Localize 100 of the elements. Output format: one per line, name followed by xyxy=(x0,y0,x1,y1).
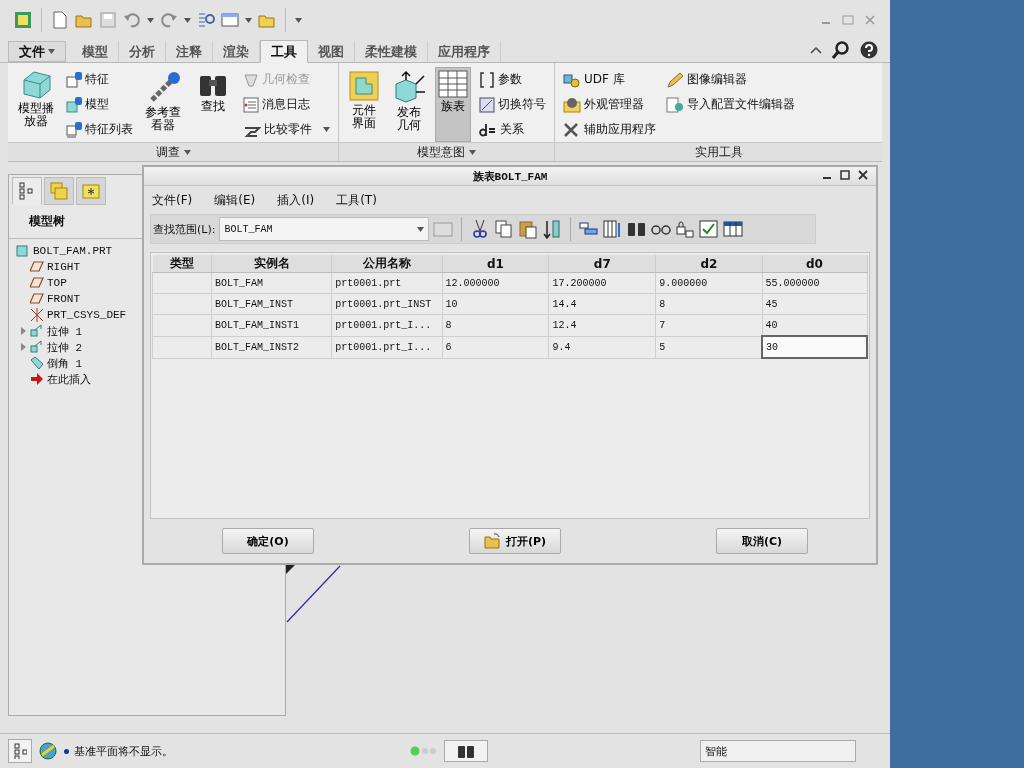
insert-rows-icon[interactable] xyxy=(542,219,563,239)
table-cell[interactable]: 7 xyxy=(655,314,762,336)
table-icon[interactable] xyxy=(723,219,744,239)
paste-icon[interactable] xyxy=(518,219,539,239)
ribbon-button[interactable]: 比较零件 xyxy=(241,119,332,140)
ribbon-button[interactable]: 特征 xyxy=(64,69,135,90)
window-icon[interactable] xyxy=(221,11,239,29)
ribbon-button[interactable]: 元件界面 xyxy=(345,67,383,142)
ribbon-button[interactable]: 模型 xyxy=(64,94,135,115)
panel-tab[interactable] xyxy=(76,177,106,205)
table-cell[interactable]: BOLT_FAM_INST2 xyxy=(211,336,332,358)
menu-item[interactable]: 工具(T) xyxy=(336,191,377,209)
lock-icon[interactable] xyxy=(675,219,696,239)
table-cell[interactable]: 30 xyxy=(762,336,867,358)
ribbon-tab[interactable]: 分析 xyxy=(119,41,166,62)
table-cell[interactable]: 6 xyxy=(442,336,549,358)
table-cell[interactable]: 45 xyxy=(762,293,867,315)
tree-item[interactable]: 倒角 1 xyxy=(47,355,83,371)
ribbon-button[interactable]: 外观管理器 xyxy=(561,94,658,115)
table-cell[interactable]: prt0001.prt_I... xyxy=(331,336,443,358)
ribbon-button[interactable]: 特征列表 xyxy=(64,119,135,140)
close-icon[interactable] xyxy=(858,170,868,180)
empty-cell[interactable] xyxy=(152,336,212,358)
column-header[interactable]: d1 xyxy=(442,255,549,273)
table-cell[interactable]: prt0001.prt_I... xyxy=(331,314,443,336)
table-cell[interactable]: prt0001.prt xyxy=(331,272,443,294)
table-cell[interactable]: 9.4 xyxy=(548,336,656,358)
panel-tab[interactable] xyxy=(12,177,42,205)
redo-icon[interactable] xyxy=(160,11,178,29)
maximize-icon[interactable] xyxy=(840,170,850,180)
ribbon-button[interactable]: 查找 xyxy=(191,67,235,142)
table-cell[interactable]: 17.200000 xyxy=(548,272,656,294)
ribbon-tab[interactable]: 注释 xyxy=(166,41,213,62)
ribbon-button[interactable]: 参考查看器 xyxy=(141,67,185,142)
search-icon[interactable] xyxy=(832,41,850,59)
ribbon-tab[interactable]: 视图 xyxy=(308,41,355,62)
tree-item[interactable]: BOLT_FAM.PRT xyxy=(33,245,113,257)
new-file-icon[interactable] xyxy=(51,11,69,29)
ribbon-button[interactable]: 关系 xyxy=(477,119,548,140)
expand-arrow-icon[interactable] xyxy=(19,327,27,335)
look-in-dropdown[interactable]: BOLT_FAM xyxy=(219,217,430,241)
table-cell[interactable]: 9.000000 xyxy=(655,272,762,294)
tree-item[interactable]: RIGHT xyxy=(47,261,80,273)
table-cell[interactable]: 10 xyxy=(442,293,549,315)
table-cell[interactable]: BOLT_FAM_INST1 xyxy=(211,314,332,336)
regenerate-icon[interactable] xyxy=(197,11,215,29)
table-cell[interactable]: BOLT_FAM xyxy=(211,272,332,294)
table-cell[interactable]: 55.000000 xyxy=(762,272,867,294)
empty-cell[interactable] xyxy=(152,272,212,294)
empty-cell[interactable] xyxy=(152,293,212,315)
ribbon-tab[interactable]: 应用程序 xyxy=(428,41,501,62)
dialog-button[interactable]: 确定(O) xyxy=(222,528,314,554)
table-cell[interactable]: BOLT_FAM_INST xyxy=(211,293,332,315)
help-icon[interactable] xyxy=(860,41,878,59)
file-menu-button[interactable]: 文件 xyxy=(8,41,66,62)
find-button[interactable] xyxy=(444,740,488,762)
app-logo-icon[interactable] xyxy=(14,11,32,29)
dialog-button[interactable]: 打开(P) xyxy=(469,528,561,554)
ribbon-button[interactable]: 模型播放器 xyxy=(14,67,58,142)
table-cell[interactable]: prt0001.prt_INST xyxy=(331,293,443,315)
ribbon-button[interactable]: 图像编辑器 xyxy=(664,69,797,90)
collapse-chevron-icon[interactable] xyxy=(810,45,822,55)
ribbon-button[interactable]: UDF 库 xyxy=(561,69,658,90)
column-header[interactable]: d7 xyxy=(548,255,656,273)
expand-arrow-icon[interactable] xyxy=(19,343,27,351)
dialog-button[interactable]: 取消(C) xyxy=(716,528,808,554)
table-cell[interactable]: 12.000000 xyxy=(442,272,549,294)
tree-item[interactable]: 拉伸 1 xyxy=(47,323,83,339)
ribbon-tab[interactable]: 模型 xyxy=(72,41,119,62)
tree-toggle-button[interactable] xyxy=(8,739,32,763)
filter-field[interactable]: 智能 xyxy=(700,740,856,762)
ribbon-button[interactable]: 发布几何 xyxy=(389,67,429,142)
globe-icon[interactable] xyxy=(38,741,58,761)
tree-item[interactable]: PRT_CSYS_DEF xyxy=(47,309,127,321)
tree-item[interactable]: FRONT xyxy=(47,293,80,305)
table-cell[interactable]: 8 xyxy=(442,314,549,336)
table-cell[interactable]: 8 xyxy=(655,293,762,315)
ribbon-button[interactable]: 族表 xyxy=(435,67,471,142)
table-cell[interactable]: 14.4 xyxy=(548,293,656,315)
ribbon-button[interactable]: 导入配置文件编辑器 xyxy=(664,94,797,115)
ribbon-tab[interactable]: 工具 xyxy=(260,40,308,63)
ribbon-tab[interactable]: 柔性建模 xyxy=(355,41,428,62)
copy-icon[interactable] xyxy=(494,219,515,239)
column-header[interactable]: 公用名称 xyxy=(331,255,443,273)
column-header[interactable]: 实例名 xyxy=(211,255,332,273)
verify-table-icon[interactable] xyxy=(699,219,720,239)
undo-icon[interactable] xyxy=(123,11,141,29)
ribbon-button[interactable]: 切换符号 xyxy=(477,94,548,115)
column-header[interactable]: d2 xyxy=(655,255,762,273)
tree-item[interactable]: 拉伸 2 xyxy=(47,339,83,355)
empty-cell[interactable] xyxy=(152,314,212,336)
column-header[interactable]: 类型 xyxy=(152,255,212,273)
tree-item[interactable]: 在此插入 xyxy=(47,371,91,387)
ribbon-button[interactable]: 辅助应用程序 xyxy=(561,119,658,140)
ribbon-button[interactable]: 参数 xyxy=(477,69,548,90)
ribbon-button[interactable]: 消息日志 xyxy=(241,94,332,115)
table-cell[interactable]: 12.4 xyxy=(548,314,656,336)
column-header[interactable]: d0 xyxy=(762,255,867,273)
tree-item[interactable]: TOP xyxy=(47,277,67,289)
gear-cube-icon xyxy=(563,71,581,88)
